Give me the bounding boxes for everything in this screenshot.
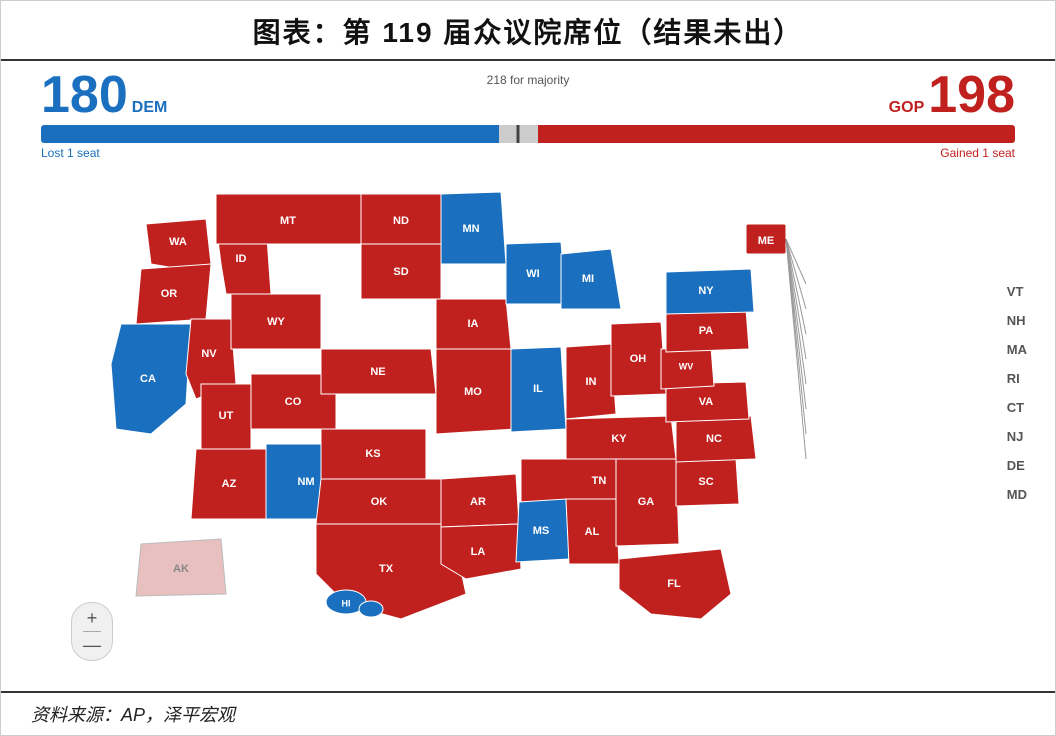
ne-label-ri: RI <box>1007 371 1027 386</box>
gop-label: GOP <box>889 99 925 117</box>
ne-label-nh: NH <box>1007 313 1027 328</box>
ne-label-vt: VT <box>1007 284 1027 299</box>
progress-section: Lost 1 seat Gained 1 seat <box>1 125 1055 164</box>
northeast-labels: VT NH MA RI CT NJ DE MD <box>1007 284 1027 502</box>
dem-score: 180 DEM <box>41 69 167 121</box>
us-map-svg: WA OR CA NV ID MT WY <box>51 164 851 634</box>
zoom-in-button[interactable]: + <box>82 609 102 627</box>
map-container: WA OR CA NV ID MT WY <box>51 164 901 654</box>
majority-label: 218 for majority <box>487 73 570 87</box>
seat-change-labels: Lost 1 seat Gained 1 seat <box>41 146 1015 160</box>
gop-score: GOP 198 <box>889 69 1015 121</box>
ne-label-ct: CT <box>1007 400 1027 415</box>
gop-bar <box>538 125 1015 143</box>
dem-bar <box>41 125 499 143</box>
source-bar: 资料来源：AP，泽平宏观 <box>1 691 1055 735</box>
majority-tick <box>517 125 520 143</box>
gop-number: 198 <box>928 69 1015 121</box>
ne-label-nj: NJ <box>1007 429 1027 444</box>
ne-label-md: MD <box>1007 487 1027 502</box>
ne-label-de: DE <box>1007 458 1027 473</box>
page-title: 图表：第 119 届众议院席位（结果未出） <box>21 11 1035 51</box>
zoom-divider <box>83 631 101 632</box>
map-area: WA OR CA NV ID MT WY <box>1 164 1055 691</box>
lost-label: Lost 1 seat <box>41 146 100 160</box>
ne-label-ma: MA <box>1007 342 1027 357</box>
dem-label: DEM <box>132 99 168 117</box>
middle-bar <box>499 125 538 143</box>
zoom-controls: + — <box>71 602 113 661</box>
dem-number: 180 <box>41 69 128 121</box>
zoom-out-button[interactable]: — <box>82 636 102 654</box>
progress-bar <box>41 125 1015 143</box>
gained-label: Gained 1 seat <box>940 146 1015 160</box>
scoreboard: 180 DEM 218 for majority GOP 198 <box>1 61 1055 125</box>
page-wrapper: 图表：第 119 届众议院席位（结果未出） 180 DEM 218 for ma… <box>0 0 1056 736</box>
source-text: 资料来源：AP，泽平宏观 <box>31 705 235 725</box>
title-bar: 图表：第 119 届众议院席位（结果未出） <box>1 1 1055 61</box>
